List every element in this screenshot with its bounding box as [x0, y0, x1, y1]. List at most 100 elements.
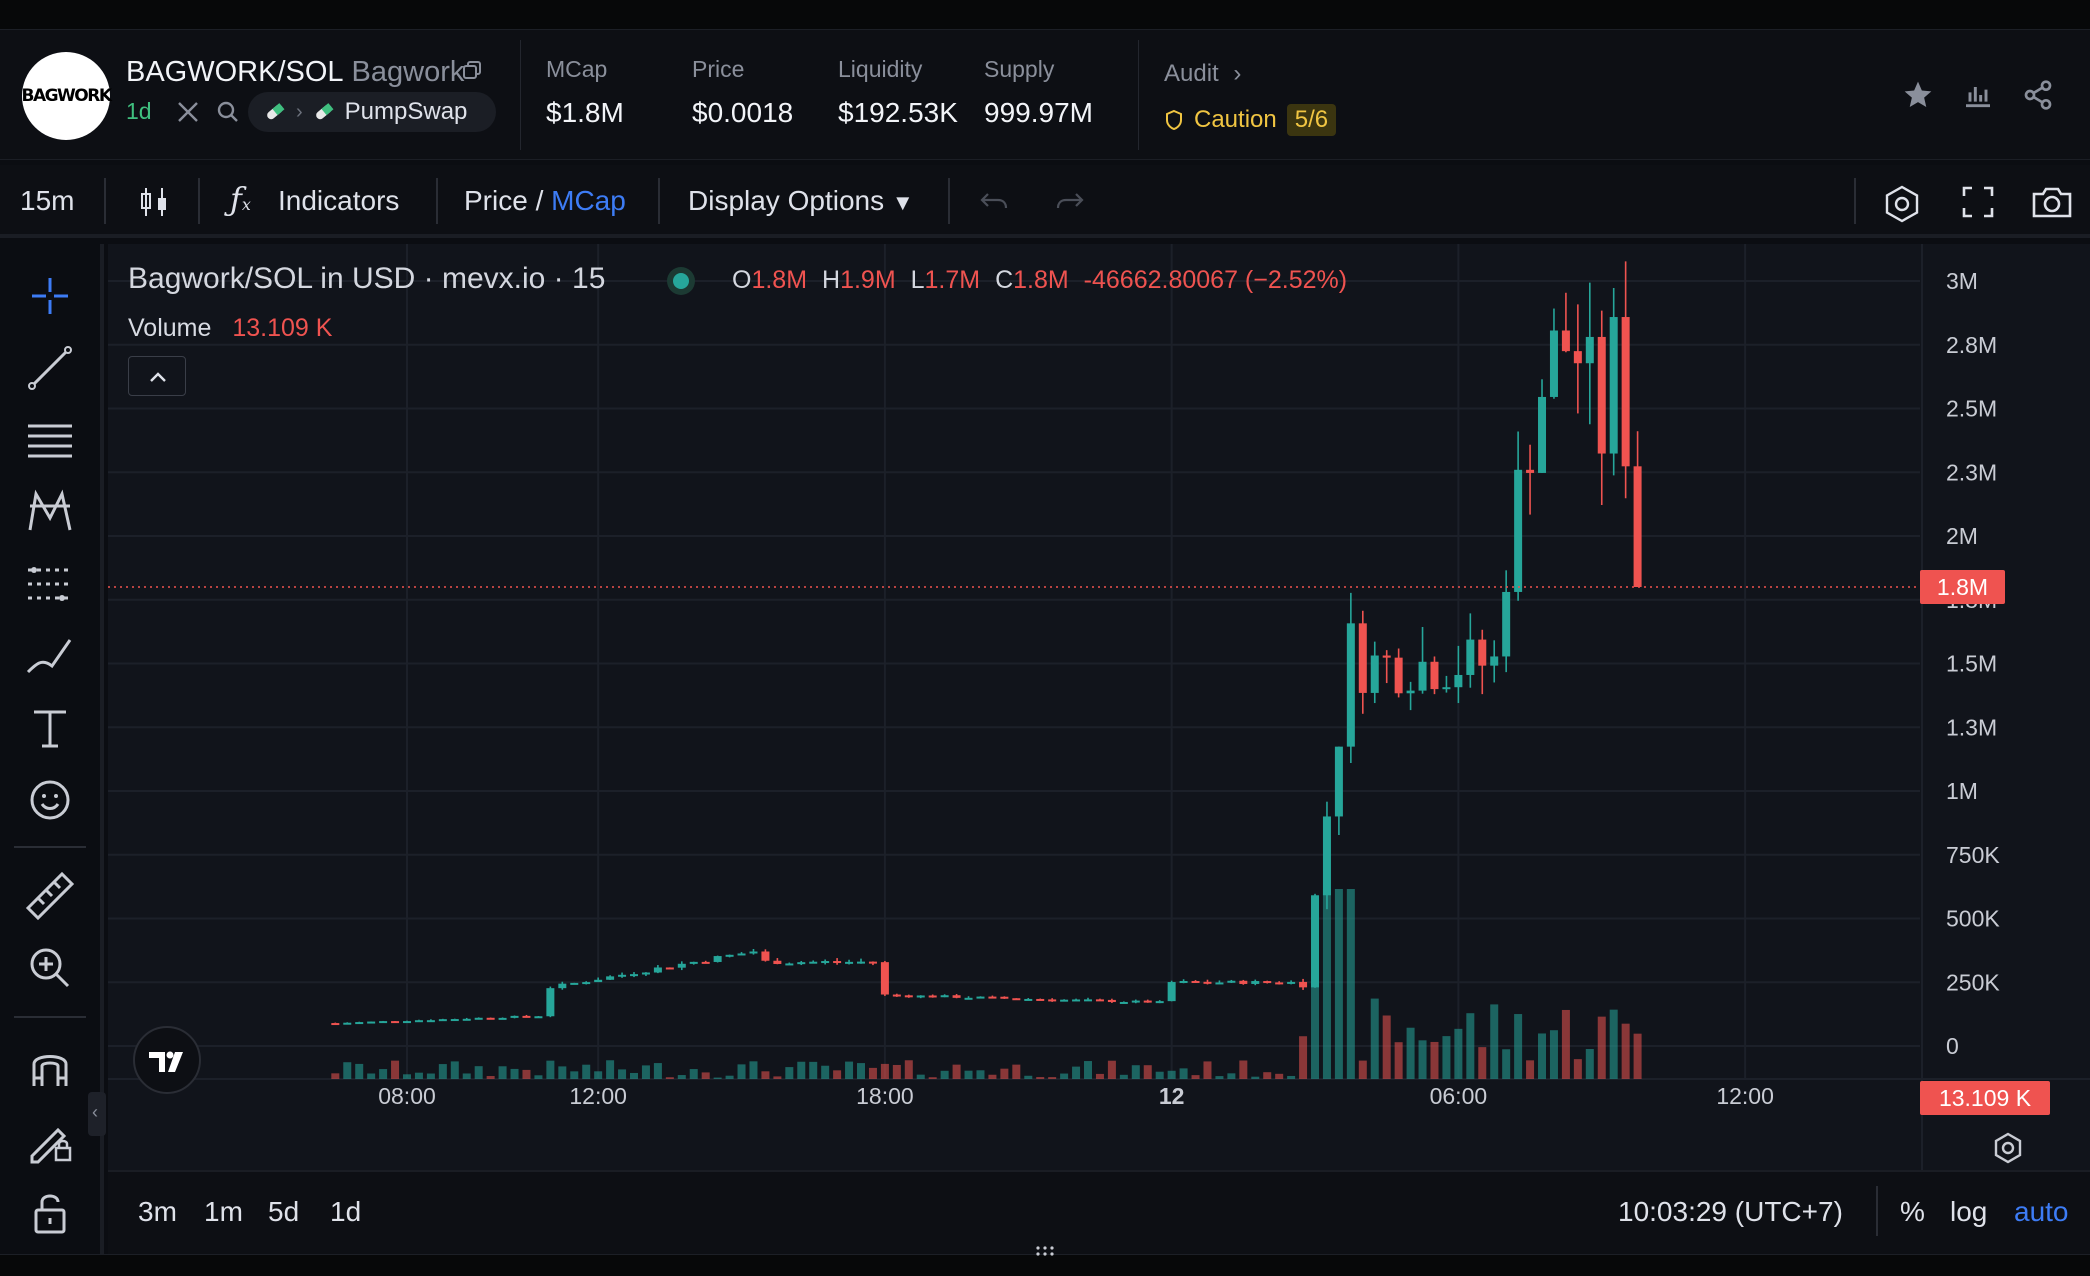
- candle-body: [940, 995, 949, 998]
- volume-bar: [1609, 1009, 1618, 1079]
- candle-body: [331, 1023, 340, 1026]
- x-tick-label: 12:00: [1716, 1083, 1774, 1109]
- log-toggle[interactable]: log: [1950, 1196, 1987, 1228]
- price-option[interactable]: Price: [464, 185, 528, 216]
- auto-toggle[interactable]: auto: [2014, 1196, 2069, 1228]
- clock[interactable]: 10:03:29 (UTC+7): [1618, 1196, 1843, 1228]
- candle-body: [1394, 657, 1403, 694]
- prediction-icon[interactable]: [22, 556, 78, 612]
- volume-bar: [486, 1076, 495, 1079]
- price-mcap-toggle[interactable]: Price / MCap: [464, 185, 626, 217]
- fib-lines-icon[interactable]: [22, 412, 78, 468]
- stat-value: $192.53K: [838, 97, 958, 128]
- unlock-icon[interactable]: [22, 1184, 78, 1240]
- audit-link[interactable]: Audit ›: [1164, 60, 1241, 88]
- chart-area[interactable]: 3M 2.8M 2.5M 2.3M 2M 1.8M 1.5M 1.3M 1M 750K 500K 25…: [108, 244, 2090, 1170]
- dex-pill[interactable]: › PumpSwap: [248, 92, 496, 132]
- interval-button[interactable]: 15m: [20, 185, 74, 217]
- indicators-button[interactable]: Indicators: [278, 185, 399, 217]
- volume-bar: [749, 1061, 758, 1079]
- x-twitter-icon[interactable]: [176, 100, 200, 124]
- divider: [198, 178, 200, 224]
- volume-bar: [1382, 1015, 1391, 1079]
- volume-bar: [474, 1066, 483, 1079]
- volume-bar: [725, 1075, 734, 1079]
- volume-bar: [1526, 1060, 1535, 1079]
- high-value: 1.9M: [840, 266, 896, 294]
- display-options-button[interactable]: Display Options ▼: [688, 185, 914, 217]
- undo-icon[interactable]: [976, 184, 1012, 220]
- stat-price: Price $0.0018: [692, 56, 793, 129]
- volume-bar: [952, 1064, 961, 1079]
- volume-bar: [1251, 1076, 1260, 1079]
- redo-icon[interactable]: [1052, 184, 1088, 220]
- ohlc-key: L: [910, 266, 925, 294]
- candle-body: [677, 963, 686, 968]
- zoom-in-icon[interactable]: [22, 940, 78, 996]
- divider: [1876, 1186, 1878, 1236]
- star-icon[interactable]: [1902, 79, 1934, 111]
- collapse-toolbar-button[interactable]: ‹: [88, 1092, 106, 1136]
- axis-settings-icon[interactable]: [1990, 1130, 2026, 1166]
- candle-body: [809, 961, 818, 964]
- candle-body: [1000, 996, 1009, 999]
- candle-body: [964, 997, 973, 1000]
- tradingview-logo[interactable]: [133, 1026, 201, 1094]
- volume-bar: [665, 1077, 674, 1079]
- emoji-icon[interactable]: [22, 772, 78, 828]
- range-5d[interactable]: 5d: [268, 1196, 299, 1228]
- volume-bar: [618, 1069, 627, 1079]
- copy-icon[interactable]: [462, 60, 482, 80]
- volume-bar: [1406, 1027, 1415, 1079]
- audit-caution[interactable]: Caution 5/6: [1164, 104, 1337, 136]
- lock-drawing-icon[interactable]: [22, 1112, 78, 1168]
- fullscreen-icon[interactable]: [1960, 184, 1996, 220]
- candle-body: [952, 995, 961, 998]
- magnet-icon[interactable]: [22, 1040, 78, 1096]
- volume-bar: [1442, 1036, 1451, 1079]
- candle-body: [1012, 998, 1021, 1001]
- candle-body: [1251, 981, 1260, 984]
- search-icon[interactable]: [216, 100, 240, 124]
- stat-liquidity: Liquidity $192.53K: [838, 56, 958, 129]
- divider: [1854, 178, 1856, 224]
- range-1m[interactable]: 1m: [204, 1196, 243, 1228]
- candle-body: [641, 972, 650, 975]
- candle-body: [343, 1022, 352, 1025]
- settings-icon[interactable]: [1882, 184, 1922, 224]
- crosshair-icon[interactable]: [22, 268, 78, 324]
- candles-icon[interactable]: [136, 184, 172, 220]
- trend-line-icon[interactable]: [22, 340, 78, 396]
- candle-body: [486, 1017, 495, 1020]
- ruler-icon[interactable]: [22, 868, 78, 924]
- range-1d[interactable]: 1d: [330, 1196, 361, 1228]
- volume-bar: [1418, 1040, 1427, 1079]
- stat-mcap: MCap $1.8M: [546, 56, 624, 129]
- text-icon[interactable]: [22, 700, 78, 756]
- candle-body: [618, 974, 627, 977]
- candle-body: [1334, 746, 1343, 817]
- resize-grip-icon[interactable]: [1034, 1244, 1056, 1258]
- volume-bar: [1322, 889, 1331, 1079]
- brush-icon[interactable]: [22, 628, 78, 684]
- candle-body: [1215, 982, 1224, 985]
- share-icon[interactable]: [2022, 79, 2054, 111]
- volume-bar: [785, 1067, 794, 1079]
- compare-chart-icon[interactable]: [1962, 79, 1994, 111]
- percent-toggle[interactable]: %: [1900, 1196, 1925, 1228]
- mcap-option[interactable]: MCap: [551, 185, 626, 216]
- camera-icon[interactable]: [2030, 184, 2074, 220]
- volume-bar: [1107, 1060, 1116, 1079]
- candle-body: [367, 1021, 376, 1024]
- range-3m[interactable]: 3m: [138, 1196, 177, 1228]
- pattern-icon[interactable]: [22, 484, 78, 540]
- volume-bar: [1215, 1076, 1224, 1079]
- collapse-legend-button[interactable]: [128, 356, 186, 396]
- volume-bar: [857, 1063, 866, 1079]
- stat-label: Price: [692, 56, 745, 82]
- volume-bar: [391, 1060, 400, 1079]
- volume-bar: [1561, 1009, 1570, 1079]
- candlestick-chart[interactable]: 3M 2.8M 2.5M 2.3M 2M 1.8M 1.5M 1.3M 1M 750K 500K 25…: [108, 244, 2090, 1170]
- volume-bar: [630, 1072, 639, 1079]
- volume-bar: [1084, 1061, 1093, 1079]
